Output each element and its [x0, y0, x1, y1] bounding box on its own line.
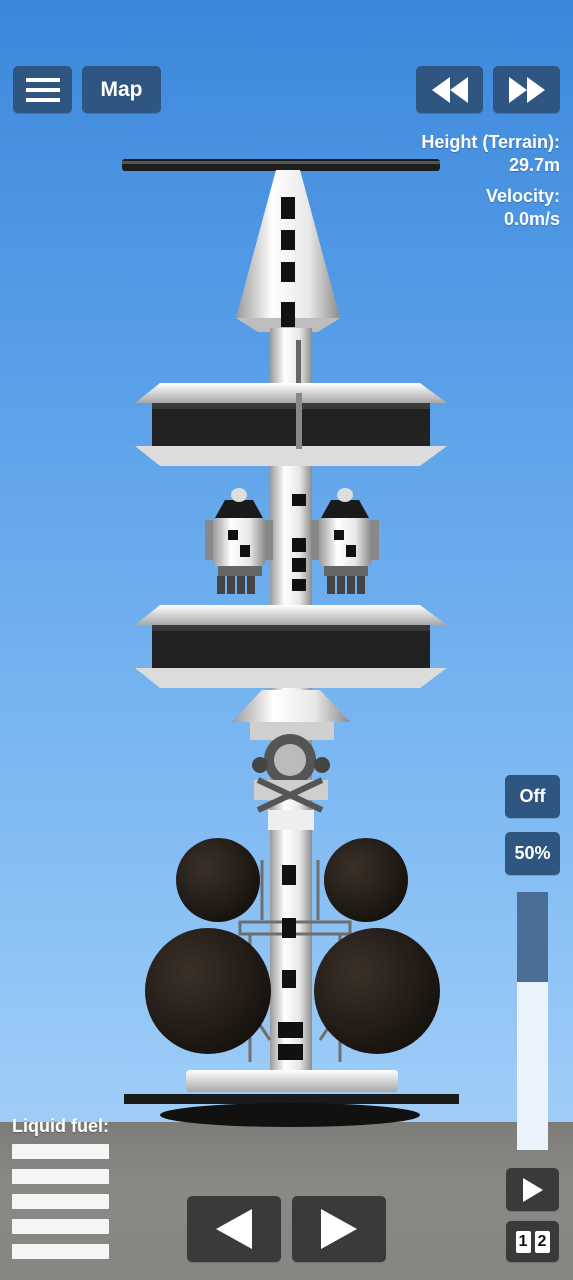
stage-button[interactable] [506, 1168, 559, 1211]
map-button[interactable]: Map [82, 66, 161, 113]
arrow-left-icon [216, 1209, 252, 1249]
velocity-label: Velocity: [485, 186, 560, 206]
fast-forward-button[interactable] [493, 66, 560, 113]
part-indicator-1: 1 [515, 1230, 531, 1253]
fuel-bar [12, 1194, 109, 1209]
height-value: 29.7m [508, 155, 560, 175]
height-label: Height (Terrain): [421, 132, 560, 152]
fast-forward-icon [508, 76, 545, 103]
base-platform [124, 1070, 459, 1127]
rotate-left-button[interactable] [187, 1196, 281, 1262]
throttle-percent-button[interactable]: 50% [505, 832, 560, 875]
rewind-icon [431, 76, 468, 103]
right-capsule [311, 488, 379, 594]
fuel-bar [12, 1169, 109, 1184]
fuel-bar [12, 1244, 109, 1259]
play-icon [522, 1177, 543, 1202]
liquid-fuel-label: Liquid fuel: [12, 1116, 109, 1136]
top-antenna-bar [122, 159, 440, 171]
throttle-slider-fill [517, 892, 548, 982]
lower-ring [135, 605, 447, 688]
throttle-off-button[interactable]: Off [505, 775, 560, 818]
upper-ring [135, 383, 447, 466]
fuel-bar [12, 1219, 109, 1234]
part-indicator-2: 2 [534, 1230, 550, 1253]
throttle-off-label: Off [519, 786, 546, 806]
nose-cone [236, 170, 340, 332]
throttle-percent-label: 50% [514, 843, 551, 863]
rotate-right-button[interactable] [292, 1196, 386, 1262]
menu-button[interactable] [13, 66, 72, 113]
hamburger-icon [25, 77, 60, 102]
fuel-bar [12, 1144, 109, 1159]
part-selector[interactable]: 1 2 [506, 1221, 559, 1262]
arrow-right-icon [321, 1209, 357, 1249]
rewind-button[interactable] [416, 66, 483, 113]
velocity-value: 0.0m/s [503, 209, 560, 229]
map-button-label: Map [100, 77, 143, 101]
left-capsule [205, 488, 273, 594]
